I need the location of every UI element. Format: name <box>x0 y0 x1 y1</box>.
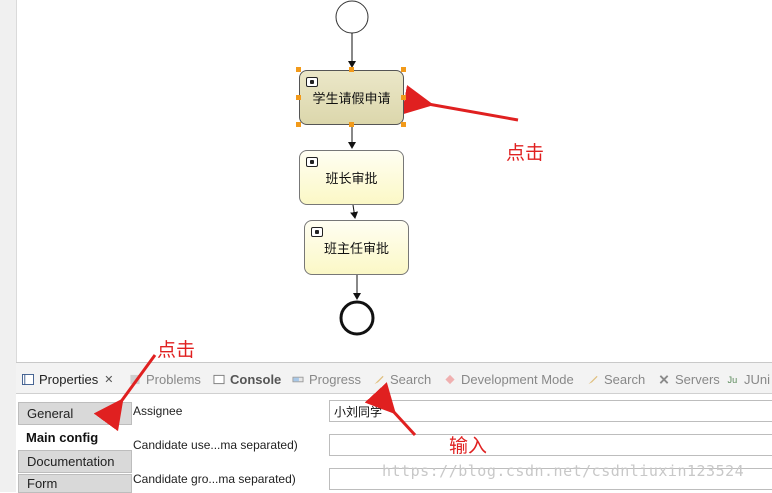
junit-icon: Ju <box>728 375 738 385</box>
tab-label: Servers <box>675 371 720 387</box>
tab-label: Development Mode <box>461 371 574 387</box>
search-icon <box>588 375 598 384</box>
selection-handle[interactable] <box>349 67 354 72</box>
tab-label: Properties <box>39 371 99 387</box>
candidate-users-input[interactable] <box>329 434 772 456</box>
task-monitor-approval[interactable]: 班长审批 <box>299 150 404 205</box>
selection-handle[interactable] <box>401 122 406 127</box>
view-tab-bar: Properties ✕ Problems Console Progress S… <box>16 363 772 394</box>
selection-handle[interactable] <box>401 95 406 100</box>
tab-properties[interactable]: Properties ✕ <box>22 369 113 389</box>
tab-progress[interactable]: Progress <box>292 369 361 389</box>
tab-label: Search <box>390 371 432 387</box>
process-diagram-canvas[interactable]: 学生请假申请 班长审批 班主任审批 点击 点击 <box>0 0 772 362</box>
tab-servers[interactable]: Servers <box>658 369 720 389</box>
user-task-icon <box>306 77 318 87</box>
task-label: 班主任审批 <box>323 242 389 257</box>
tab-label: Search <box>604 371 646 387</box>
side-tab-form[interactable]: Form <box>18 474 132 493</box>
tab-search[interactable]: Search <box>373 369 431 389</box>
annotation-input: 输入 <box>449 435 488 457</box>
tab-label: Problems <box>146 371 201 387</box>
selection-handle[interactable] <box>296 95 301 100</box>
console-icon <box>213 374 225 384</box>
annotation-arrow-task <box>401 85 519 122</box>
side-tab-label: Documentation <box>27 454 115 469</box>
problems-icon <box>130 374 140 384</box>
selection-handle[interactable] <box>296 67 301 72</box>
annotation-click-general: 点击 <box>157 339 196 361</box>
tab-label: Console <box>230 371 282 387</box>
tab-problems[interactable]: Problems <box>129 369 201 389</box>
servers-icon <box>659 374 669 384</box>
side-tab-label: Form <box>27 476 58 491</box>
selection-handle[interactable] <box>296 122 301 127</box>
selection-handle[interactable] <box>349 122 354 127</box>
task-label: 班长审批 <box>325 172 378 187</box>
side-tab-general[interactable]: General <box>18 402 132 425</box>
close-icon[interactable]: ✕ <box>104 373 113 386</box>
start-event <box>335 0 369 34</box>
user-task-icon <box>306 157 318 167</box>
task-student-leave-request[interactable]: 学生请假申请 <box>299 70 404 125</box>
side-tab-label: Main config <box>26 430 99 445</box>
tab-label: Progress <box>309 371 362 387</box>
side-tab-documentation[interactable]: Documentation <box>18 450 132 473</box>
watermark: https://blog.csdn.net/csdnliuxin123524 <box>382 462 745 480</box>
task-head-teacher-approval[interactable]: 班主任审批 <box>304 220 409 275</box>
assignee-input[interactable]: 小刘同学 <box>329 400 772 422</box>
annotation-click-task: 点击 <box>506 142 545 164</box>
selection-handle[interactable] <box>401 67 406 72</box>
search-icon <box>374 375 384 384</box>
flow-task2-to-task3 <box>350 204 359 219</box>
end-event <box>339 300 375 336</box>
tab-development-mode[interactable]: Development Mode <box>444 369 574 389</box>
svg-text:Ju: Ju <box>728 375 738 385</box>
side-tab-label: General <box>27 406 74 421</box>
task-label: 学生请假申请 <box>312 92 391 107</box>
properties-icon <box>22 373 34 385</box>
side-tab-main-config[interactable]: Main config <box>18 426 132 449</box>
tab-junit[interactable]: Ju JUni <box>727 369 771 389</box>
tab-console[interactable]: Console <box>213 369 281 389</box>
candidate-users-label: Candidate use...ma separated) <box>133 438 298 452</box>
development-mode-icon <box>445 374 455 384</box>
tab-search-2[interactable]: Search <box>587 369 645 389</box>
tab-label: JUni <box>744 371 771 387</box>
candidate-groups-label: Candidate gro...ma separated) <box>133 472 296 486</box>
assignee-label: Assignee <box>133 404 183 418</box>
user-task-icon <box>311 227 323 237</box>
left-edge-bar <box>0 0 17 492</box>
progress-icon <box>292 376 304 382</box>
